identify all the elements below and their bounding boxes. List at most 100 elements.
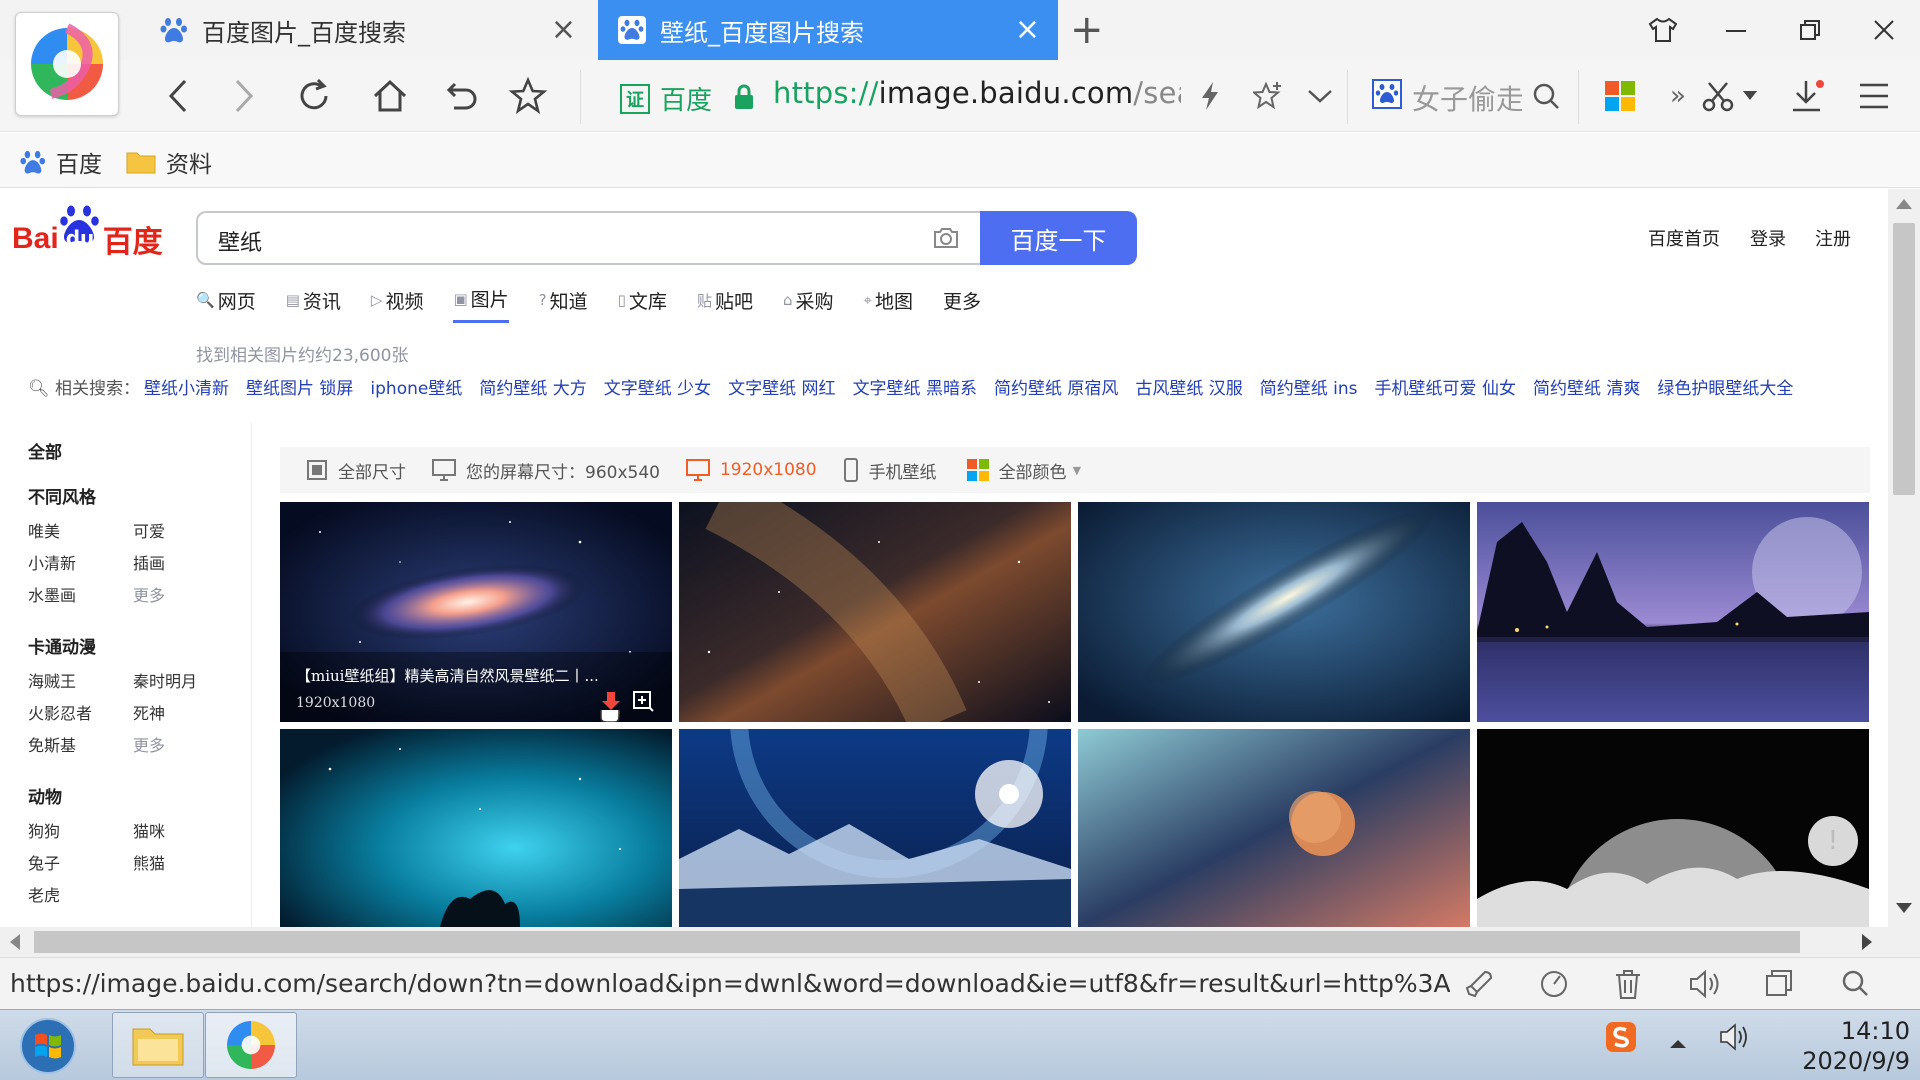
tab-baidu-image-search[interactable]: 百度图片_百度搜索 × [150, 0, 594, 60]
nav-more[interactable]: 更多 [943, 285, 981, 323]
filter-all-sizes[interactable]: 全部尺寸 [306, 458, 406, 483]
more-extensions-icon[interactable]: » [1656, 74, 1700, 118]
related-search-link[interactable]: 古风壁纸 汉服 [1135, 374, 1242, 399]
horizontal-scroll-thumb[interactable] [34, 931, 1800, 953]
category-link[interactable]: 死神 [133, 700, 228, 724]
screenshot-dropdown-icon[interactable] [1738, 74, 1762, 118]
related-search-link[interactable]: iphone壁纸 [370, 374, 462, 399]
tray-expand-icon[interactable] [1670, 1038, 1686, 1048]
category-link[interactable]: 免斯基 [28, 732, 133, 756]
category-link[interactable]: 秦时明月 [133, 668, 228, 692]
home-button[interactable] [368, 74, 412, 118]
image-result-cyan-starfield-tree[interactable] [280, 729, 672, 927]
trash-icon[interactable] [1613, 968, 1643, 1000]
baidu-logo[interactable]: Bai du 百度 [12, 205, 163, 261]
new-tab-button[interactable]: + [1070, 8, 1104, 52]
category-link[interactable]: 熊猫 [133, 850, 228, 874]
nav-tieba[interactable]: 贴贴吧 [697, 285, 753, 323]
nav-news[interactable]: ▤ 资讯 [286, 285, 341, 323]
filter-screen-size[interactable]: 您的屏幕尺寸：960x540 [432, 458, 660, 483]
restore-button[interactable] [1790, 12, 1830, 48]
system-clock[interactable]: 14:10 2020/9/9 [1760, 1016, 1910, 1076]
address-dropdown-icon[interactable] [1298, 74, 1342, 118]
nav-map[interactable]: ⌖ 地图 [864, 285, 913, 323]
related-search-link[interactable]: 手机壁纸可爱 仙女 [1375, 374, 1516, 399]
image-result-galaxy-spiral[interactable]: 【miui壁纸组】精美高清自然风景壁纸二丨... 1920x1080 [280, 502, 672, 722]
taskbar-file-explorer[interactable] [112, 1012, 204, 1078]
image-result-planet-snow-mountains[interactable] [679, 729, 1071, 927]
sogou-input-icon[interactable] [1604, 1020, 1638, 1054]
category-more-link[interactable]: 更多 [133, 732, 228, 756]
search-icon[interactable] [1524, 74, 1568, 118]
menu-icon[interactable] [1852, 74, 1896, 118]
vertical-scrollbar[interactable] [1888, 189, 1920, 927]
scroll-right-icon[interactable] [1862, 934, 1872, 950]
image-result-nebula-planet[interactable] [1078, 729, 1470, 927]
lightning-speed-icon[interactable] [1188, 74, 1232, 118]
related-search-link[interactable]: 简约壁纸 原宿风 [994, 374, 1118, 399]
scroll-up-icon[interactable] [1896, 199, 1912, 209]
image-result-mountain-lake-night[interactable] [1477, 502, 1869, 722]
window-icon[interactable] [1764, 968, 1794, 998]
nav-purchase[interactable]: ⌂ 采购 [783, 285, 834, 323]
skin-shirt-icon[interactable] [1643, 12, 1683, 48]
nav-video[interactable]: ▷ 视频 [371, 285, 424, 323]
zoom-search-icon[interactable] [1840, 968, 1870, 998]
category-link[interactable]: 海贼王 [28, 668, 133, 692]
favorite-star-button[interactable] [506, 74, 550, 118]
zoom-icon[interactable] [632, 690, 654, 712]
search-button[interactable]: 百度一下 [980, 211, 1137, 265]
category-all[interactable]: 全部 [28, 438, 62, 463]
nav-web[interactable]: 🔍 网页 [196, 285, 256, 323]
category-link[interactable]: 水墨画 [28, 582, 133, 606]
category-more-link[interactable]: 更多 [133, 582, 228, 606]
register-link[interactable]: 注册 [1815, 225, 1851, 251]
browser-search-input[interactable]: 女子偷走 [1412, 78, 1522, 118]
minimize-button[interactable] [1716, 12, 1756, 48]
related-search-link[interactable]: 壁纸小清新 [144, 374, 229, 399]
category-link[interactable]: 火影忍者 [28, 700, 133, 724]
nav-zhidao[interactable]: ? 知道 [539, 285, 588, 323]
filter-1920x1080[interactable]: 1920x1080 [685, 459, 817, 481]
category-link[interactable]: 兔子 [28, 850, 133, 874]
nav-wenku[interactable]: ▯ 文库 [618, 285, 667, 323]
related-search-link[interactable]: 简约壁纸 ins [1260, 374, 1358, 399]
taskbar-browser[interactable] [205, 1012, 297, 1078]
scroll-left-icon[interactable] [10, 934, 20, 950]
category-link[interactable]: 唯美 [28, 518, 133, 542]
reload-button[interactable] [292, 74, 336, 118]
filter-phone-wallpaper[interactable]: 手机壁纸 [843, 458, 937, 483]
related-search-link[interactable]: 文字壁纸 黑暗系 [853, 374, 977, 399]
related-search-link[interactable]: 简约壁纸 清爽 [1533, 374, 1640, 399]
related-search-link[interactable]: 壁纸图片 锁屏 [246, 374, 353, 399]
filter-all-colors[interactable]: 全部颜色 ▼ [966, 458, 1081, 483]
close-window-button[interactable] [1864, 12, 1904, 48]
bookmark-baidu[interactable]: 百度 [20, 145, 102, 179]
tab-close-icon[interactable]: × [1015, 15, 1040, 45]
feedback-button[interactable]: ! [1808, 816, 1858, 866]
certificate-badge[interactable]: 证 百度 [620, 80, 712, 117]
speed-up-icon[interactable] [1538, 968, 1570, 1000]
related-search-link[interactable]: 文字壁纸 少女 [604, 374, 711, 399]
forward-button[interactable] [222, 74, 266, 118]
volume-icon[interactable] [1688, 968, 1722, 1000]
baidu-search-engine-icon[interactable] [1372, 79, 1402, 109]
add-favorite-icon[interactable] [1246, 74, 1290, 118]
baidu-home-link[interactable]: 百度首页 [1648, 225, 1720, 251]
undo-close-tab-button[interactable] [438, 74, 482, 118]
related-search-link[interactable]: 简约壁纸 大方 [479, 374, 586, 399]
category-link[interactable]: 猫咪 [133, 818, 228, 842]
start-button[interactable] [10, 1015, 86, 1077]
nav-images[interactable]: ▣ 图片 [453, 285, 509, 323]
speaker-icon[interactable] [1718, 1020, 1752, 1054]
camera-icon[interactable] [932, 226, 960, 250]
tab-wallpaper-search[interactable]: 壁纸_百度图片搜索 × [598, 0, 1058, 60]
category-link[interactable]: 老虎 [28, 882, 133, 906]
search-input[interactable]: 壁纸 [218, 225, 262, 257]
image-result-blue-galaxy[interactable] [1078, 502, 1470, 722]
horizontal-scrollbar[interactable] [0, 927, 1888, 957]
apps-grid-icon[interactable] [1598, 74, 1642, 118]
login-link[interactable]: 登录 [1750, 225, 1786, 251]
rocket-icon[interactable] [1463, 968, 1495, 1000]
bookmark-folder-materials[interactable]: 资料 [126, 145, 212, 179]
